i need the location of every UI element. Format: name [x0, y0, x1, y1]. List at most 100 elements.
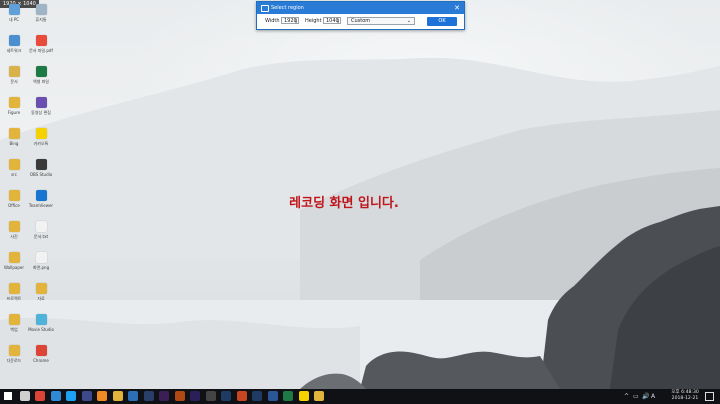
app-icon — [8, 35, 20, 46]
app-icon — [35, 159, 47, 170]
desktop-icon-label: 엑셀 파일 — [33, 79, 49, 84]
desktop-icon-label: Movie Studio — [28, 327, 54, 332]
height-stepper[interactable]: 1040 ▲ ▼ — [323, 17, 341, 24]
chevron-down-icon: ⌄ — [406, 18, 411, 24]
app-icon — [35, 221, 47, 232]
desktop-icon[interactable]: 엑셀 파일 — [27, 66, 55, 96]
desktop-icon[interactable]: 프로젝트 — [0, 283, 28, 313]
desktop-icon-label: OBS Studio — [29, 172, 53, 177]
powerpoint-icon[interactable] — [236, 391, 247, 401]
app-icon — [35, 252, 47, 263]
app-icon — [35, 128, 47, 139]
desktop-icon[interactable]: src — [0, 159, 28, 189]
desktop-icon-label: Chrome — [33, 358, 49, 363]
close-icon[interactable]: ✕ — [454, 2, 460, 14]
explorer-icon[interactable] — [112, 391, 123, 401]
desktop-icon[interactable]: 동영상 편집 — [27, 97, 55, 127]
app-icon — [35, 66, 47, 77]
desktop-icon-label: 카카오톡 — [33, 141, 49, 146]
desktop-icon[interactable]: 내 PC — [0, 4, 28, 34]
desktop-icon[interactable]: 화면.png — [27, 252, 55, 282]
desktop: 1920 × 1040 내 PC휴지통네트워크문서 파일.pdf문서엑셀 파일F… — [0, 0, 720, 389]
desktop-icon[interactable]: Chrome — [27, 345, 55, 375]
sublime-icon[interactable] — [97, 391, 107, 401]
desktop-icon[interactable]: 사진 — [0, 221, 28, 251]
recording-screen-message: 레코딩 화면 입니다. — [289, 196, 399, 211]
explorer-2-icon[interactable] — [314, 391, 324, 401]
preset-select[interactable]: Custom ⌄ — [347, 17, 415, 25]
desktop-icon[interactable]: 문서 파일.pdf — [27, 35, 55, 65]
desktop-icon-label: 내 PC — [8, 17, 20, 22]
app-icon — [8, 252, 20, 263]
search-icon[interactable] — [19, 391, 30, 401]
desktop-icon-label: Figure — [7, 110, 21, 115]
desktop-icon[interactable]: 휴지통 — [27, 4, 55, 34]
tray-icon[interactable]: A — [651, 393, 655, 400]
obs-icon[interactable] — [205, 391, 216, 401]
notification-icon[interactable] — [705, 392, 714, 401]
stepper-arrows-icon[interactable]: ▲ ▼ — [336, 18, 340, 24]
desktop-icon-label: 다운로드 — [6, 358, 22, 363]
photoshop-2-icon[interactable] — [221, 391, 231, 401]
photoshop-3-icon[interactable] — [252, 391, 262, 401]
start-icon[interactable] — [4, 392, 12, 400]
desktop-icon[interactable]: Figure — [0, 97, 28, 127]
desktop-icon[interactable]: 문서.txt — [27, 221, 55, 251]
desktop-icon-label: Wallpaper — [3, 265, 24, 270]
tray-icon[interactable]: ▭ — [633, 393, 639, 400]
height-label: Height — [305, 18, 322, 24]
premiere-icon[interactable] — [159, 391, 169, 401]
app-icon — [8, 283, 20, 294]
desktop-icon-label: 문서 — [10, 79, 18, 84]
app-icon — [8, 159, 20, 170]
twitter-icon[interactable] — [66, 391, 76, 401]
app-icon — [8, 314, 20, 325]
after-effects-icon[interactable] — [190, 391, 200, 401]
word-icon[interactable] — [267, 391, 278, 401]
desktop-icon[interactable]: 네트워크 — [0, 35, 28, 65]
chrome-icon[interactable] — [35, 391, 45, 401]
desktop-icon[interactable]: Wallpaper — [0, 252, 28, 282]
app-icon — [35, 345, 47, 356]
desktop-icon-label: 문서 파일.pdf — [29, 48, 53, 53]
app-icon — [8, 66, 20, 77]
desktop-icon-label: 사진 — [10, 234, 18, 239]
app-blue-icon[interactable] — [128, 391, 138, 401]
ok-button[interactable]: OK — [427, 17, 457, 26]
app-icon — [35, 4, 47, 15]
dialog-titlebar[interactable]: Select region ✕ — [257, 2, 464, 14]
desktop-icon[interactable]: 카카오톡 — [27, 128, 55, 158]
tray-icon[interactable]: 🔊 — [642, 393, 649, 400]
tray-icon[interactable]: ^ — [624, 393, 629, 400]
excel-icon[interactable] — [283, 391, 293, 401]
taskbar: ^ ▭ 🔊 A 오후 6:48:30 2018-12-21 — [0, 389, 720, 404]
illustrator-icon[interactable] — [174, 391, 185, 401]
taskbar-clock[interactable]: 오후 6:48:30 2018-12-21 — [668, 390, 702, 402]
desktop-icon[interactable]: 다운로드 — [0, 345, 28, 375]
app-icon — [8, 128, 20, 139]
desktop-icon-label: 프로젝트 — [6, 296, 22, 301]
desktop-icon[interactable]: OBS Studio — [27, 159, 55, 189]
stepper-arrows-icon[interactable]: ▲ ▼ — [294, 18, 298, 24]
width-label: Width — [265, 18, 280, 24]
desktop-icon[interactable]: Movie Studio — [27, 314, 55, 344]
width-stepper[interactable]: 1920 ▲ ▼ — [281, 17, 299, 24]
desktop-icon[interactable]: 문서 — [0, 66, 28, 96]
select-region-dialog: Select region ✕ Width 1920 ▲ ▼ Height 104… — [256, 1, 465, 30]
clock-date: 2018-12-21 — [671, 396, 699, 401]
desktop-icon-label: 화면.png — [32, 265, 50, 270]
desktop-icon-label: 동영상 편집 — [31, 110, 51, 115]
bar-app-icon[interactable] — [81, 391, 92, 401]
app-icon — [8, 4, 20, 15]
desktop-icon-label: 네트워크 — [6, 48, 22, 53]
desktop-icon[interactable]: Bing — [0, 128, 28, 158]
desktop-icon-label: Bing — [9, 141, 19, 146]
desktop-icon-label: src — [11, 172, 17, 177]
desktop-icon[interactable]: 자료 — [27, 283, 55, 313]
edge-icon[interactable] — [50, 391, 61, 401]
desktop-icon[interactable]: 백업 — [0, 314, 28, 344]
dialog-title: Select region — [271, 5, 304, 11]
dialog-body: Width 1920 ▲ ▼ Height 1040 ▲ ▼ Custom ⌄ OK — [257, 14, 464, 29]
kakaotalk-icon[interactable] — [298, 391, 309, 401]
photoshop-icon[interactable] — [143, 391, 154, 401]
